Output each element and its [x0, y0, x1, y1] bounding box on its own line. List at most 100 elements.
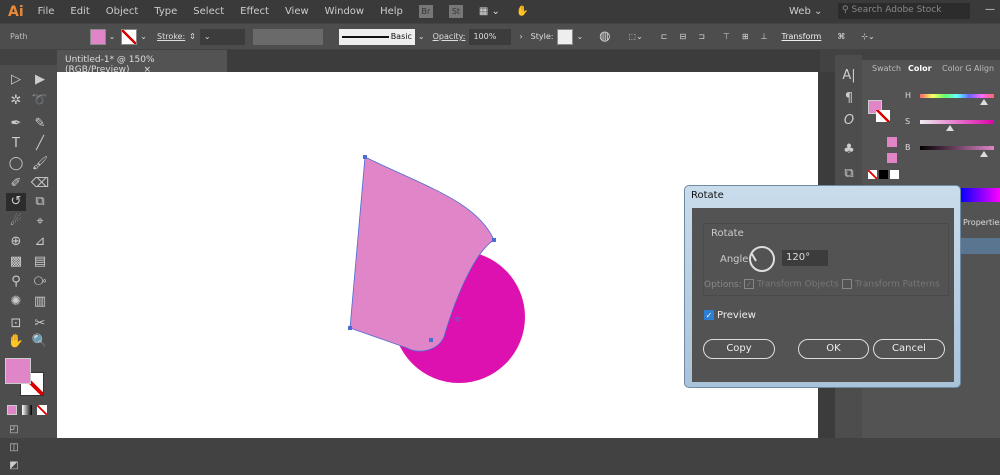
none-mode-icon[interactable]	[37, 405, 47, 415]
slider-thumb[interactable]	[979, 99, 988, 105]
symbols-panel-icon[interactable]: ♣	[839, 141, 859, 159]
color-mode-icon[interactable]	[7, 405, 17, 415]
properties-tab[interactable]: Properties	[963, 218, 1000, 227]
web-safe-swatch[interactable]	[887, 153, 897, 163]
fill-swatch[interactable]	[89, 28, 106, 45]
gradient-mode-icon[interactable]	[22, 405, 32, 415]
align-bottom-icon[interactable]: ⊥	[761, 32, 768, 41]
arrange-documents-icon[interactable]: ▦ ⌄	[479, 6, 500, 17]
menu-object[interactable]: Object	[106, 6, 139, 17]
angle-input[interactable]: 120°	[782, 250, 828, 266]
slider-thumb[interactable]	[945, 125, 954, 131]
tab-swatches[interactable]: Swatch	[872, 64, 901, 73]
align-to-icon[interactable]: ⬚⌄	[629, 32, 643, 41]
menu-file[interactable]: File	[38, 6, 55, 17]
white-swatch[interactable]	[890, 170, 899, 179]
angle-dial[interactable]	[749, 246, 775, 272]
isolate-icon[interactable]: ⌘	[837, 32, 845, 41]
slider-thumb[interactable]	[980, 151, 989, 157]
slice-tool-icon[interactable]: ✂	[30, 315, 50, 333]
black-swatch[interactable]	[879, 170, 888, 179]
pen-tool-icon[interactable]: ✒	[6, 115, 26, 133]
magic-wand-icon[interactable]: ✲	[6, 92, 26, 110]
panel-stroke-swatch[interactable]	[876, 110, 890, 122]
align-hcenter-icon[interactable]: ⊟	[679, 32, 686, 41]
preview-checkbox[interactable]: ✓ Preview	[704, 310, 756, 321]
draw-mode-icon[interactable]: ◰ ◫ ◩	[4, 421, 24, 471]
blend-tool-icon[interactable]: ⧂	[30, 273, 50, 291]
stroke-swatch[interactable]	[121, 28, 138, 45]
paragraph-panel-icon[interactable]: ¶	[839, 90, 859, 108]
menu-view[interactable]: View	[285, 6, 309, 17]
brush-definition[interactable]: Basic	[338, 28, 415, 45]
brightness-slider[interactable]	[920, 146, 994, 157]
graphic-style-swatch[interactable]	[557, 28, 574, 45]
tab-color-guide[interactable]: Color G	[942, 64, 972, 73]
ok-button[interactable]: OK	[798, 339, 869, 359]
align-left-icon[interactable]: ⊏	[661, 32, 668, 41]
hue-slider[interactable]	[920, 94, 994, 105]
menu-help[interactable]: Help	[380, 6, 403, 17]
copy-button[interactable]: Copy	[703, 339, 775, 359]
stock-button[interactable]: St	[448, 5, 463, 18]
workspace-switcher[interactable]: Web ⌄	[789, 6, 822, 17]
search-stock-input[interactable]: ⚲ Search Adobe Stock	[838, 3, 970, 19]
saturation-slider[interactable]	[920, 120, 994, 131]
hand-tool-icon[interactable]: ✋	[6, 333, 26, 351]
fill-color-box-front[interactable]	[5, 358, 31, 384]
align-right-icon[interactable]: ⊐	[698, 32, 705, 41]
opentype-panel-icon[interactable]: O	[839, 112, 859, 130]
tab-align[interactable]: Align	[974, 64, 994, 73]
bridge-button[interactable]: Br	[418, 5, 433, 18]
menu-select[interactable]: Select	[193, 6, 224, 17]
mesh-tool-icon[interactable]: ▩	[6, 253, 26, 271]
align-top-icon[interactable]: ⊤	[723, 32, 730, 41]
opacity-field[interactable]: 100%	[469, 28, 512, 45]
transform-objects-checkbox[interactable]: ✓ Transform Objects	[744, 279, 839, 290]
paintbrush-icon[interactable]: 🖌	[30, 155, 50, 173]
zoom-tool-icon[interactable]: 🔍	[30, 333, 50, 351]
type-tool-icon[interactable]: T	[6, 135, 26, 153]
scale-tool-icon[interactable]: ⧉	[30, 193, 50, 211]
tab-color[interactable]: Color	[908, 64, 932, 73]
stroke-label[interactable]: Stroke:	[157, 32, 185, 41]
more-options-icon[interactable]: ⊹⌄	[861, 32, 874, 41]
ellipse-tool-icon[interactable]: ◯	[6, 155, 26, 173]
eraser-icon[interactable]: ⌫	[30, 175, 50, 193]
perspective-grid-icon[interactable]: ⊿	[30, 233, 50, 251]
artboards-panel-icon[interactable]: ⧉	[839, 165, 859, 183]
transform-patterns-checkbox[interactable]: Transform Patterns	[842, 279, 940, 290]
free-transform-icon[interactable]: ⌖	[30, 213, 50, 231]
opacity-label[interactable]: Opacity:	[433, 32, 466, 41]
shape-builder-icon[interactable]: ⊕	[6, 233, 26, 251]
menu-type[interactable]: Type	[154, 6, 177, 17]
line-tool-icon[interactable]: ╱	[30, 135, 50, 153]
stroke-weight-field[interactable]: ⌄	[199, 28, 245, 45]
gradient-tool-icon[interactable]: ▤	[30, 253, 50, 271]
minimize-button[interactable]: —	[985, 4, 995, 15]
artboard-tool-icon[interactable]: ⊡	[6, 315, 26, 333]
character-panel-icon[interactable]: A|	[839, 67, 859, 85]
none-swatch[interactable]	[868, 170, 877, 179]
shaper-tool-icon[interactable]: ✐	[6, 175, 26, 193]
align-vcenter-icon[interactable]: ⊞	[742, 32, 749, 41]
column-graph-icon[interactable]: ▥	[30, 293, 50, 311]
recolor-icon[interactable]: ◍	[599, 29, 610, 44]
variable-width-profile[interactable]	[252, 28, 323, 45]
rotate-tool-icon[interactable]: ↺	[6, 193, 26, 211]
transform-button[interactable]: Transform	[782, 32, 822, 41]
warp-tool-icon[interactable]: ☄	[6, 213, 26, 231]
color-spectrum[interactable]	[960, 188, 1000, 202]
direct-selection-tool-icon[interactable]: ▶	[30, 71, 50, 89]
layer-row[interactable]	[960, 238, 1000, 254]
eyedropper-icon[interactable]: ⚲	[6, 273, 26, 291]
symbol-sprayer-icon[interactable]: ✺	[6, 293, 26, 311]
document-tab[interactable]: Untitled-1* @ 150% (RGB/Preview) ×	[57, 50, 227, 75]
selection-tool-icon[interactable]: ▷	[6, 71, 26, 89]
gpu-performance-icon[interactable]: ✋	[516, 6, 528, 17]
menu-edit[interactable]: Edit	[70, 6, 89, 17]
curvature-tool-icon[interactable]: ✎	[30, 115, 50, 133]
menu-effect[interactable]: Effect	[240, 6, 269, 17]
lasso-icon[interactable]: ➰	[30, 92, 50, 110]
cancel-button[interactable]: Cancel	[873, 339, 945, 359]
